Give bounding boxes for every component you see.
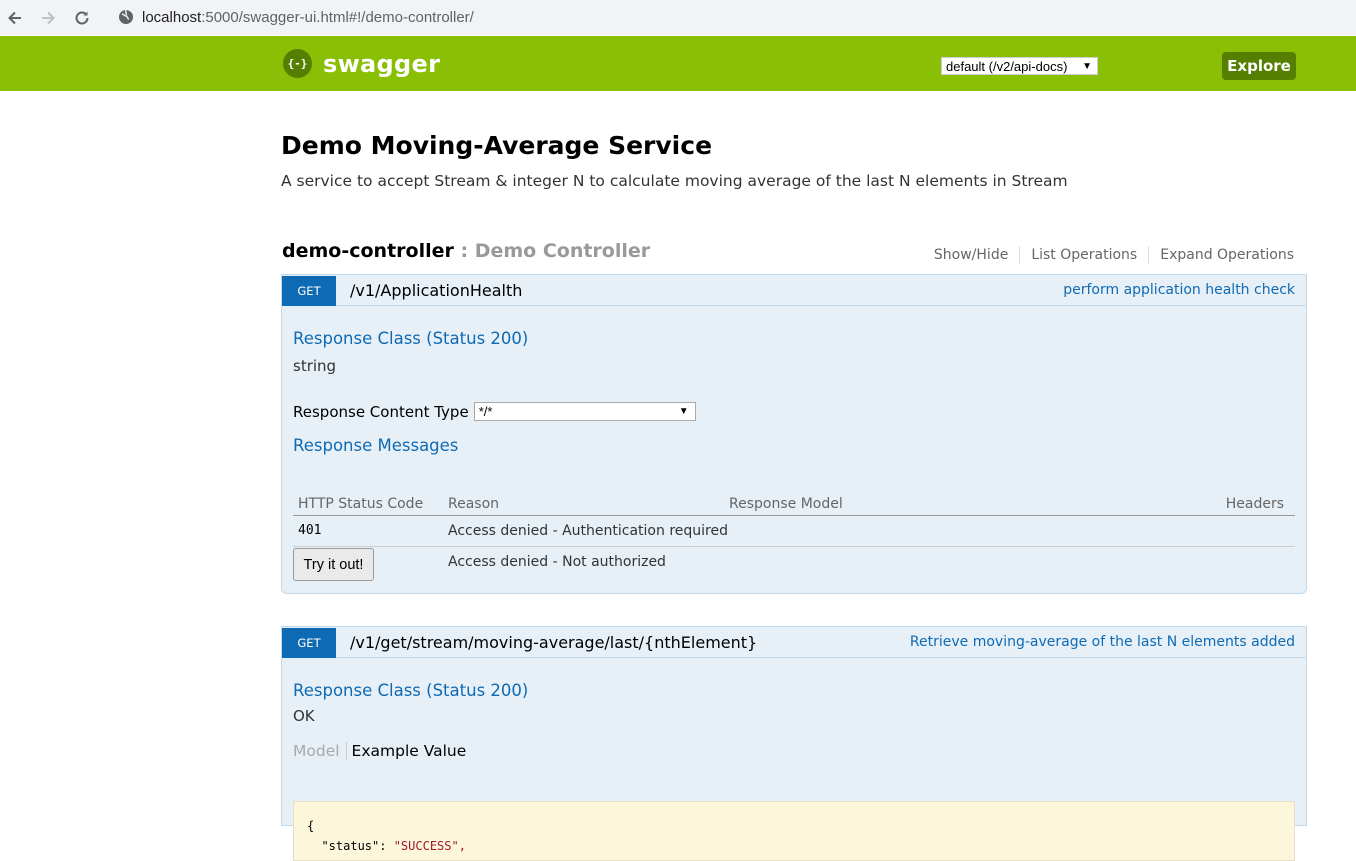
back-arrow-icon[interactable] [1,4,29,32]
dropdown-arrow-icon: ▼ [1082,61,1092,72]
list-operations-link[interactable]: List Operations [1020,246,1150,264]
forward-arrow-icon[interactable] [34,4,62,32]
table-row: 401 Access denied - Authentication requi… [293,515,1295,547]
browser-toolbar: localhost:5000/swagger-ui.html#!/demo-co… [0,0,1356,35]
http-method-badge[interactable]: GET [282,275,336,306]
operation-path[interactable]: /v1/ApplicationHealth [350,281,522,300]
operation-heading[interactable]: GET /v1/get/stream/moving-average/last/{… [282,627,1306,658]
address-bar[interactable]: localhost:5000/swagger-ui.html#!/demo-co… [106,2,1356,32]
response-content-type-select[interactable]: */* ▼ [473,402,696,421]
json-key: "status" [321,839,380,853]
try-it-out-button[interactable]: Try it out! [293,548,374,581]
operation-panel: GET /v1/get/stream/moving-average/last/{… [281,626,1307,861]
swagger-logo-text: swagger [323,49,441,78]
swagger-header: {-} swagger default (/v2/api-docs) ▼ Exp… [0,36,1356,91]
resource-description: : Demo Controller [460,240,651,262]
response-messages-title: Response Messages [293,436,459,455]
api-spec-select[interactable]: default (/v2/api-docs) ▼ [941,57,1098,75]
api-spec-select-value: default (/v2/api-docs) [946,58,1068,74]
response-class-title: Response Class (Status 200) [293,681,529,700]
response-messages-table: HTTP Status Code Reason Response Model H… [293,493,1295,577]
json-value: "SUCCESS", [393,839,466,853]
response-class-value: OK [293,707,315,725]
table-row: 403 Access denied - Not authorized [293,546,1295,577]
response-class-value: string [293,357,337,375]
response-content-type-row: Response Content Type */* ▼ [293,402,696,421]
swagger-logo[interactable]: {-} swagger [283,49,440,78]
response-class-title: Response Class (Status 200) [293,329,529,348]
response-content-type-label: Response Content Type [293,402,469,421]
url-path: :5000/swagger-ui.html#!/demo-controller/ [201,8,474,26]
dropdown-arrow-icon: ▼ [678,406,689,417]
table-header-row: HTTP Status Code Reason Response Model H… [293,493,1295,516]
tab-example-value[interactable]: Example Value [347,742,467,760]
url-text: localhost:5000/swagger-ui.html#!/demo-co… [142,9,474,26]
status-code-cell: 401 [293,515,443,547]
operation-path[interactable]: /v1/get/stream/moving-average/last/{nthE… [350,633,757,652]
url-host: localhost [142,8,202,26]
reason-cell: Access denied - Authentication required [443,515,1295,547]
page-description: A service to accept Stream & integer N t… [281,172,1068,190]
operation-panel: GET /v1/ApplicationHealth perform applic… [281,274,1307,594]
operation-summary[interactable]: perform application health check [1063,282,1295,298]
resource-heading: demo-controller : Demo Controller [282,240,650,262]
operation-heading[interactable]: GET /v1/ApplicationHealth perform applic… [282,275,1306,306]
explore-button[interactable]: Explore [1222,52,1296,80]
model-tabs: Model Example Value [293,742,466,760]
response-content-type-value: */* [478,404,493,419]
column-header: Reason [443,493,724,516]
example-value-code[interactable]: { "status": "SUCCESS", [293,801,1295,861]
globe-icon [118,9,134,25]
column-header: HTTP Status Code [293,493,443,516]
resource-name-link[interactable]: demo-controller [282,240,454,262]
tab-model[interactable]: Model [293,742,347,760]
expand-operations-link[interactable]: Expand Operations [1149,246,1294,264]
reason-cell: Access denied - Not authorized [448,553,666,570]
swagger-logo-icon: {-} [283,49,312,78]
operation-summary[interactable]: Retrieve moving-average of the last N el… [910,634,1295,650]
code-line: "status": "SUCCESS", [321,839,466,853]
column-header: Response Model [724,493,1081,516]
reload-icon[interactable] [68,4,96,32]
resource-operations: Show/Hide List Operations Expand Operati… [923,246,1294,264]
http-method-badge[interactable]: GET [282,627,336,658]
page-title: Demo Moving-Average Service [281,131,713,160]
show-hide-link[interactable]: Show/Hide [923,246,1021,264]
column-header: Headers [1080,493,1295,516]
code-line: { [307,819,315,833]
